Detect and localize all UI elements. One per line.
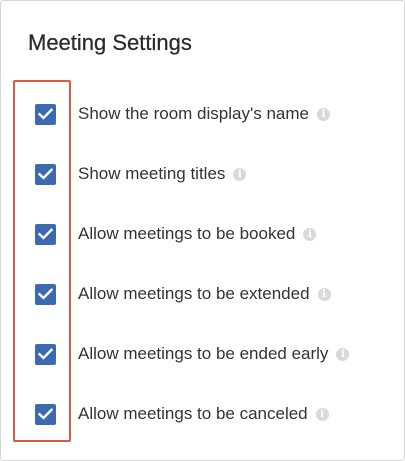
info-icon[interactable]: i — [316, 107, 330, 121]
panel-title: Meeting Settings — [28, 30, 192, 55]
setting-row-show-meeting-titles: Show meeting titles i — [1, 144, 405, 204]
info-icon[interactable]: i — [317, 287, 331, 301]
show-room-display-name-checkbox[interactable] — [35, 103, 56, 125]
info-icon[interactable]: i — [303, 227, 317, 241]
setting-label-text: Allow meetings to be extended — [78, 284, 310, 303]
setting-label-text: Allow meetings to be ended early — [78, 344, 329, 363]
checkmark-icon — [38, 108, 53, 120]
checkmark-icon — [38, 348, 53, 360]
setting-label: Show the room display's name i — [78, 104, 330, 124]
checkmark-icon — [38, 408, 53, 420]
allow-booked-checkbox[interactable] — [35, 223, 56, 245]
setting-row-allow-ended-early: Allow meetings to be ended early i — [1, 324, 405, 384]
allow-ended-early-checkbox[interactable] — [35, 343, 56, 365]
info-icon[interactable]: i — [315, 407, 329, 421]
checkmark-icon — [38, 168, 53, 180]
checkmark-icon — [38, 288, 53, 300]
setting-label-text: Allow meetings to be booked — [78, 224, 296, 243]
setting-label: Allow meetings to be ended early i — [78, 344, 350, 364]
checkmark-icon — [38, 228, 53, 240]
info-icon[interactable]: i — [336, 347, 350, 361]
setting-label: Allow meetings to be canceled i — [78, 404, 329, 424]
setting-row-allow-extended: Allow meetings to be extended i — [1, 264, 405, 324]
show-meeting-titles-checkbox[interactable] — [35, 163, 56, 185]
setting-row-show-room-display-name: Show the room display's name i — [1, 84, 405, 144]
setting-label-text: Show meeting titles — [78, 164, 226, 183]
setting-label: Allow meetings to be booked i — [78, 224, 317, 244]
setting-label-text: Show the room display's name — [78, 104, 309, 123]
meeting-settings-panel: Meeting Settings Show the room display's… — [0, 0, 405, 461]
setting-label-text: Allow meetings to be canceled — [78, 404, 308, 423]
setting-label: Allow meetings to be extended i — [78, 284, 331, 304]
info-icon[interactable]: i — [233, 167, 247, 181]
allow-canceled-checkbox[interactable] — [35, 403, 56, 425]
allow-extended-checkbox[interactable] — [35, 283, 56, 305]
setting-row-allow-booked: Allow meetings to be booked i — [1, 204, 405, 264]
setting-label: Show meeting titles i — [78, 164, 247, 184]
settings-list: Show the room display's name i Show meet… — [1, 84, 405, 444]
setting-row-allow-canceled: Allow meetings to be canceled i — [1, 384, 405, 444]
